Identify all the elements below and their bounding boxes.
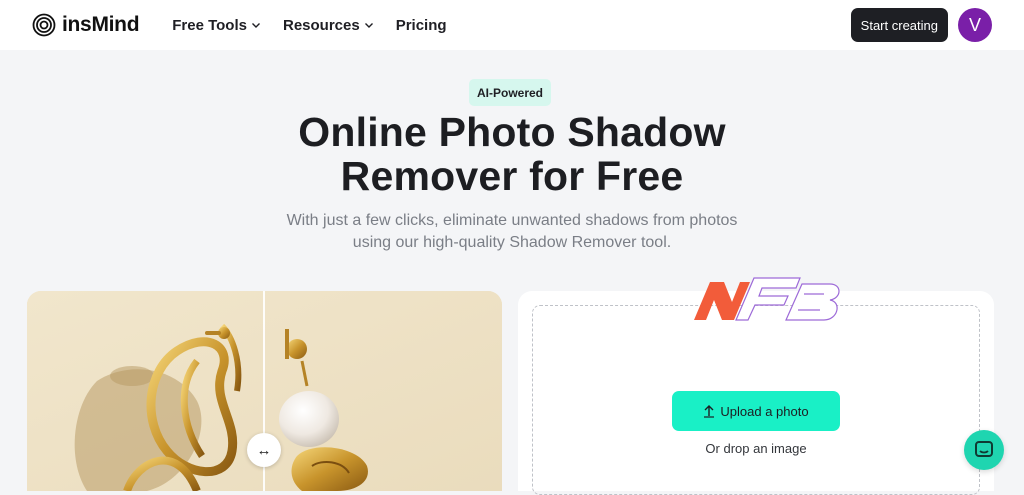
nav-free-tools-label: Free Tools: [172, 16, 247, 34]
page-subtitle-line-1: With just a few clicks, eliminate unwant…: [286, 212, 738, 229]
brand-logo-icon: [32, 13, 56, 37]
page-subtitle: With just a few clicks, eliminate unwant…: [262, 210, 762, 254]
page-title-line-1: Online Photo Shadow: [298, 109, 726, 155]
user-avatar[interactable]: V: [958, 8, 992, 42]
header-actions: Start creating V: [850, 8, 992, 42]
before-after-preview: ↔: [27, 291, 502, 491]
page-title-line-2: Remover for Free: [340, 153, 684, 199]
chevron-down-icon: [251, 23, 260, 28]
page-subtitle-line-2: using our high-quality Shadow Remover to…: [352, 234, 672, 251]
nav-free-tools[interactable]: Free Tools: [172, 17, 261, 34]
brand-name: insMind: [62, 13, 140, 36]
top-navigation-bar: insMind Free Tools Resources Pricing Sta…: [0, 0, 1024, 50]
chat-support-button[interactable]: [964, 430, 1004, 470]
chat-icon: [975, 441, 993, 457]
nfb-watermark-logo: [694, 277, 840, 321]
drop-image-hint: Or drop an image: [705, 441, 807, 456]
nav-pricing[interactable]: Pricing: [396, 17, 447, 34]
start-creating-button[interactable]: Start creating: [850, 8, 948, 42]
upload-photo-label: Upload a photo: [720, 403, 809, 419]
chevron-down-icon: [364, 23, 373, 28]
ai-powered-badge: AI-Powered: [469, 79, 551, 106]
main-menu: Free Tools Resources Pricing: [172, 17, 446, 34]
brand-logo[interactable]: insMind: [32, 13, 140, 37]
nav-pricing-label: Pricing: [395, 16, 447, 34]
nav-resources-label: Resources: [282, 16, 360, 34]
page-title: Online Photo Shadow Remover for Free: [0, 110, 1024, 198]
upload-arrow-icon: [704, 405, 715, 418]
nav-resources[interactable]: Resources: [283, 17, 374, 34]
compare-slider-handle[interactable]: ↔: [247, 433, 281, 467]
upload-photo-button[interactable]: Upload a photo: [672, 391, 840, 431]
